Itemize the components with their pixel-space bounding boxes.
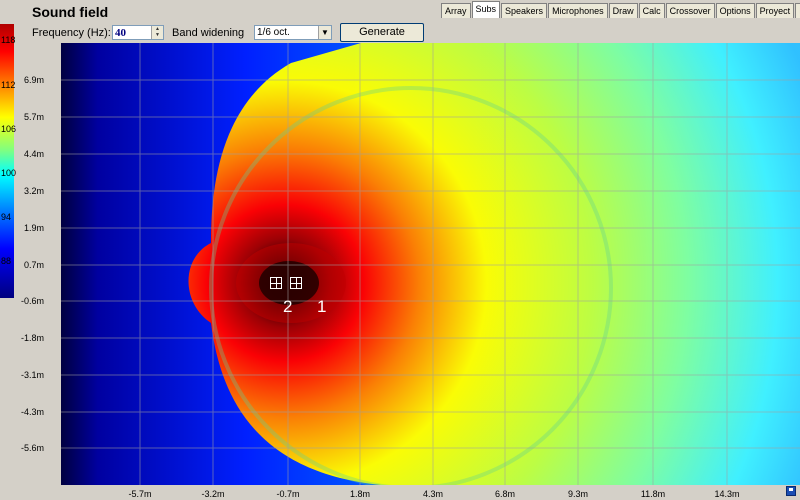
- y-axis-label: 4.4m: [23, 149, 44, 159]
- tab-subs[interactable]: Subs: [471, 1, 501, 18]
- tab-speakers[interactable]: Speakers: [501, 3, 548, 18]
- x-axis-label: -3.2m: [201, 489, 225, 499]
- y-axis-label: 5.7m: [23, 112, 44, 122]
- source-label-2: 2: [283, 297, 293, 316]
- x-axis-label: -0.7m: [276, 489, 300, 499]
- y-axis-label: 3.2m: [23, 186, 44, 196]
- chevron-down-icon[interactable]: ▼: [318, 26, 331, 39]
- source-marker-1[interactable]: [290, 277, 302, 289]
- source-label-1: 1: [317, 297, 327, 316]
- x-axis-label: 9.3m: [567, 489, 588, 499]
- window-title: Sound field: [32, 4, 109, 20]
- frequency-stepper[interactable]: ▲ ▼: [151, 26, 163, 39]
- tab-array[interactable]: Array: [441, 3, 471, 18]
- x-axis-label: 11.8m: [640, 489, 666, 499]
- tab-bar: Array Subs Speakers Microphones Draw Calc Cros…: [441, 1, 800, 19]
- sound-field-plot[interactable]: 2 1: [61, 43, 800, 485]
- band-widening-label: Band widening: [172, 27, 245, 39]
- tab-proyect[interactable]: Proyect: [755, 3, 795, 18]
- colorbar-label: 94: [1, 212, 12, 222]
- tab-options[interactable]: Options: [715, 3, 755, 18]
- y-axis-label: -3.1m: [20, 370, 44, 380]
- y-axis-label: -4.3m: [20, 407, 44, 417]
- generate-button[interactable]: Generate: [340, 23, 424, 42]
- colorbar-label: 100: [1, 168, 17, 178]
- spin-down-icon[interactable]: ▼: [152, 32, 163, 38]
- band-widening-value: 1/6 oct.: [257, 27, 290, 38]
- y-axis-label: 6.9m: [23, 75, 44, 85]
- tab-crossover[interactable]: Crossover: [665, 3, 715, 18]
- tab-calc[interactable]: Calc: [638, 3, 665, 18]
- y-axis-label: 0.7m: [23, 260, 44, 270]
- tab-microphones[interactable]: Microphones: [548, 3, 608, 18]
- band-widening-select[interactable]: 1/6 oct. ▼: [254, 25, 332, 40]
- heatmap-svg: [61, 43, 800, 485]
- tab-key-c[interactable]: Key c: [795, 3, 800, 18]
- frequency-field[interactable]: ▲ ▼: [112, 25, 164, 40]
- tab-draw[interactable]: Draw: [608, 3, 638, 18]
- x-axis-label: 14.3m: [714, 489, 740, 499]
- colorbar-label: 106: [1, 124, 17, 134]
- x-axis-label: 6.8m: [494, 489, 515, 499]
- x-axis-label: -5.7m: [128, 489, 152, 499]
- source-marker-2[interactable]: [270, 277, 282, 289]
- y-axis-label: -1.8m: [20, 333, 44, 343]
- y-axis-label: -5.6m: [20, 443, 44, 453]
- frequency-label: Frequency (Hz):: [32, 27, 111, 39]
- x-axis-label: 4.3m: [422, 489, 443, 499]
- save-icon[interactable]: [786, 486, 796, 496]
- y-axis-label: -0.6m: [20, 296, 44, 306]
- y-axis-label: 1.9m: [23, 223, 44, 233]
- colorbar-label: 118: [1, 35, 16, 45]
- frequency-input[interactable]: [115, 26, 149, 39]
- x-axis-label: 1.8m: [349, 489, 370, 499]
